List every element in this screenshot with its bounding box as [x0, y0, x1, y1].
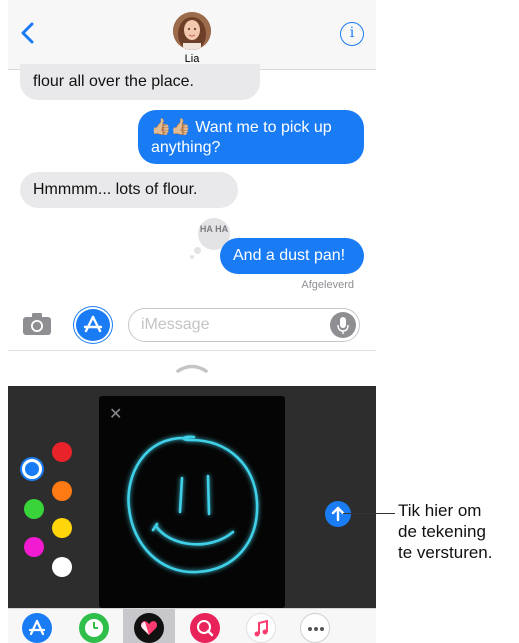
- back-button[interactable]: [16, 18, 42, 48]
- callout-annotation: Tik hier om de tekening te versturen.: [398, 500, 519, 563]
- color-swatch-yellow[interactable]: [52, 518, 72, 538]
- color-swatch-white[interactable]: [52, 557, 72, 577]
- drawing-canvas[interactable]: ✕: [99, 396, 285, 608]
- expand-handle[interactable]: [172, 358, 212, 376]
- color-swatch-red[interactable]: [52, 442, 72, 462]
- digital-touch-panel: ✕: [8, 386, 376, 608]
- message-input[interactable]: [128, 308, 360, 342]
- avatar[interactable]: [173, 12, 211, 50]
- callout-line-2: de tekening: [398, 522, 486, 541]
- app-drawer: [8, 608, 376, 643]
- more-icon[interactable]: [300, 613, 330, 643]
- conversation-header: Lia i: [8, 0, 376, 70]
- send-button[interactable]: [325, 501, 351, 527]
- imessage-screen: Lia i flour all over the place. 👍🏼👍🏼 Wan…: [8, 0, 376, 643]
- microphone-icon: [337, 317, 349, 334]
- tapback-tail: [190, 255, 194, 259]
- digital-touch-icon[interactable]: [134, 613, 164, 643]
- message-bubble-received[interactable]: Hmmmm... lots of flour.: [20, 172, 238, 208]
- arrow-up-icon: [331, 506, 345, 522]
- color-swatch-green[interactable]: [24, 499, 44, 519]
- callout-line-1: Tik hier om: [398, 501, 482, 520]
- info-button[interactable]: i: [340, 22, 364, 46]
- composer-bar: [8, 300, 376, 350]
- dictation-button[interactable]: [330, 312, 356, 338]
- message-bubble-sent[interactable]: And a dust pan!: [220, 238, 364, 274]
- image-search-icon[interactable]: [190, 613, 220, 643]
- chevron-left-icon: [21, 22, 34, 44]
- color-swatch-magenta[interactable]: [24, 537, 44, 557]
- camera-icon: [23, 313, 51, 335]
- smiley-sketch: [127, 435, 259, 574]
- message-bubble-sent[interactable]: 👍🏼👍🏼 Want me to pick up anything?: [138, 110, 364, 164]
- divider: [8, 350, 376, 351]
- camera-button[interactable]: [22, 312, 52, 336]
- delivered-status: Afgeleverd: [301, 279, 354, 291]
- color-swatch-orange[interactable]: [52, 481, 72, 501]
- app-store-icon: [83, 315, 103, 333]
- tapback-tail: [194, 247, 201, 254]
- color-swatch-blue[interactable]: [22, 459, 42, 479]
- music-icon[interactable]: [246, 613, 276, 643]
- contact-photo: [173, 12, 211, 50]
- callout-leader-line: [343, 513, 395, 514]
- app-store-button[interactable]: [76, 309, 110, 341]
- message-bubble-received[interactable]: flour all over the place.: [20, 64, 260, 100]
- clock-icon[interactable]: [79, 613, 109, 643]
- chevron-up-icon: [176, 364, 208, 373]
- app-store-icon[interactable]: [22, 613, 52, 643]
- callout-line-3: te versturen.: [398, 543, 493, 562]
